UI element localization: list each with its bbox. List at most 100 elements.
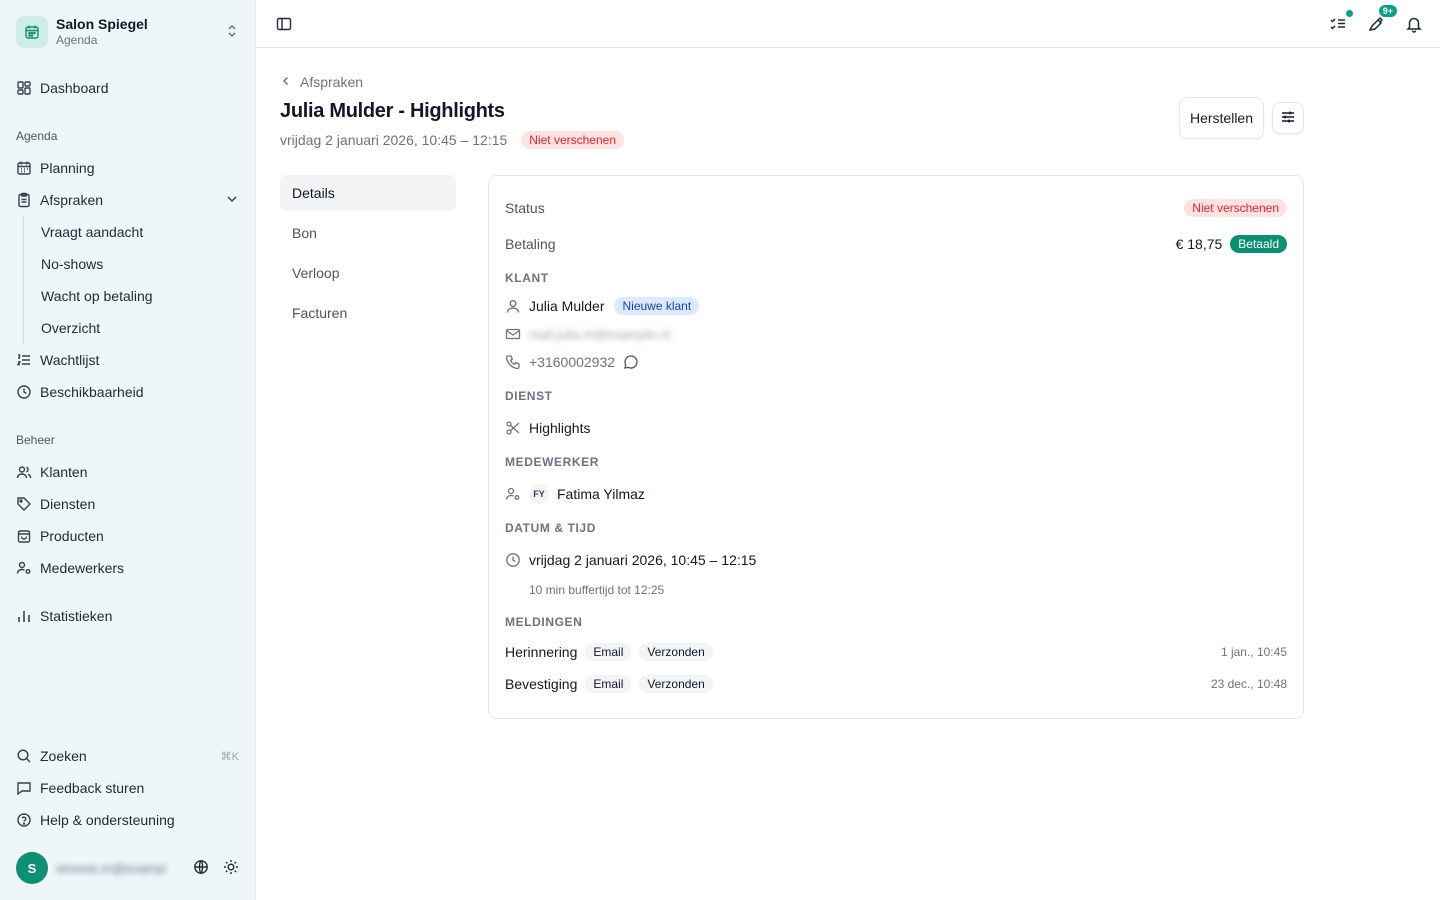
- sidebar-item-medewerkers[interactable]: Medewerkers: [0, 552, 255, 584]
- tasks-icon[interactable]: [1328, 8, 1354, 34]
- appointment-datetime: vrijdag 2 januari 2026, 10:45 – 12:15: [529, 552, 757, 568]
- service-line: Highlights: [505, 410, 1287, 446]
- sidebar-toggle-icon[interactable]: [274, 14, 294, 34]
- bell-icon[interactable]: [1404, 14, 1424, 34]
- tab-facturen[interactable]: Facturen: [280, 295, 456, 331]
- sidebar-item-zoeken[interactable]: Zoeken ⌘K: [0, 740, 255, 772]
- user-menu[interactable]: S simone.m@example.nl: [0, 836, 255, 900]
- sidebar-item-label: Vraagt aandacht: [41, 224, 144, 240]
- client-name-link[interactable]: Julia Mulder: [529, 298, 604, 314]
- sidebar-item-label: Zoeken: [40, 748, 87, 764]
- datetime-line: vrijdag 2 januari 2026, 10:45 – 12:15: [505, 542, 1287, 578]
- breadcrumb-link[interactable]: Afspraken: [300, 74, 363, 90]
- shopping-bag-icon: [16, 528, 32, 544]
- sun-icon[interactable]: [223, 859, 239, 878]
- scissors-icon: [505, 420, 521, 436]
- chevron-down-icon[interactable]: [225, 192, 239, 209]
- phone-icon: [505, 354, 521, 370]
- chevron-left-icon: [280, 74, 292, 90]
- sidebar-item-klanten[interactable]: Klanten: [0, 456, 255, 488]
- tab-bon[interactable]: Bon: [280, 215, 456, 251]
- clock-icon: [505, 552, 521, 568]
- afspraken-subnav: Vraagt aandacht No-shows Wacht op betali…: [23, 216, 255, 344]
- sidebar-item-label: Producten: [40, 528, 104, 544]
- tab-details[interactable]: Details: [280, 175, 456, 211]
- notification-type: Herinnering: [505, 644, 578, 660]
- sidebar-item-label: Dashboard: [40, 80, 109, 96]
- client-phone-line: +3160002932: [505, 348, 1287, 376]
- sidebar-item-statistieken[interactable]: Statistieken: [0, 600, 255, 632]
- workspace-switcher[interactable]: Salon Spiegel Agenda: [0, 0, 255, 64]
- sidebar-item-wachtlijst[interactable]: Wachtlijst: [0, 344, 255, 376]
- sidebar-item-label: Medewerkers: [40, 560, 125, 576]
- notification-timestamp: 1 jan., 10:45: [1220, 645, 1287, 659]
- buffer-note: 10 min buffertijd tot 12:25: [529, 583, 665, 597]
- page-subtitle: vrijdag 2 januari 2026, 10:45 – 12:15 Ni…: [280, 131, 1304, 149]
- notification-status-badge: Verzonden: [639, 643, 713, 661]
- bar-chart-icon: [16, 608, 32, 624]
- help-circle-icon: [16, 812, 32, 828]
- settings-button[interactable]: [1272, 102, 1304, 134]
- service-name: Highlights: [529, 420, 591, 436]
- client-email[interactable]: mail.julia.m@example.nl: [529, 327, 670, 342]
- messages-count-badge: 9+: [1377, 3, 1398, 18]
- page-content: Afspraken Julia Mulder - Highlights vrij…: [256, 48, 1328, 719]
- sidebar-item-afspraken[interactable]: Afspraken: [0, 184, 255, 216]
- users-icon: [16, 464, 32, 480]
- sidebar-item-producten[interactable]: Producten: [0, 520, 255, 552]
- notification-row: Bevestiging Email Verzonden 23 dec., 10:…: [505, 668, 1287, 700]
- tab-verloop[interactable]: Verloop: [280, 255, 456, 291]
- restore-button[interactable]: Herstellen: [1178, 97, 1264, 139]
- messages-icon[interactable]: 9+: [1366, 3, 1398, 34]
- sidebar-item-diensten[interactable]: Diensten: [0, 488, 255, 520]
- status-badge: Niet verschenen: [521, 131, 624, 149]
- sidebar-item-label: Wacht op betaling: [41, 288, 153, 304]
- sidebar-item-label: Feedback sturen: [40, 780, 145, 796]
- section-heading-datum-tijd: DATUM & TIJD: [505, 521, 596, 535]
- sidebar-item-feedback[interactable]: Feedback sturen: [0, 772, 255, 804]
- section-heading-meldingen: MELDINGEN: [505, 615, 583, 629]
- message-square-icon: [16, 780, 32, 796]
- employee-name: Fatima Yilmaz: [557, 486, 645, 502]
- sidebar-subitem-wacht-op-betaling[interactable]: Wacht op betaling: [24, 280, 255, 312]
- notification-row: Herinnering Email Verzonden 1 jan., 10:4…: [505, 636, 1287, 668]
- sidebar-item-help[interactable]: Help & ondersteuning: [0, 804, 255, 836]
- calendar-icon: [16, 16, 48, 48]
- sidebar: Salon Spiegel Agenda Dashboard Agenda Pl…: [0, 0, 256, 900]
- section-label-agenda: Agenda: [16, 129, 58, 143]
- workspace-subtitle: Agenda: [56, 33, 98, 47]
- page-title: Julia Mulder - Highlights: [280, 100, 505, 122]
- client-phone[interactable]: +3160002932: [529, 354, 615, 370]
- sidebar-item-beschikbaarheid[interactable]: Beschikbaarheid: [0, 376, 255, 408]
- chevron-up-down-icon: [225, 24, 239, 41]
- section-heading-klant: KLANT: [505, 271, 549, 285]
- breadcrumb[interactable]: Afspraken: [280, 74, 1304, 90]
- sidebar-subitem-no-shows[interactable]: No-shows: [24, 248, 255, 280]
- sidebar-item-planning[interactable]: Planning: [0, 152, 255, 184]
- globe-icon[interactable]: [193, 859, 209, 878]
- sidebar-item-label: Help & ondersteuning: [40, 812, 175, 828]
- notification-type: Bevestiging: [505, 676, 578, 692]
- detail-tabs: Details Bon Verloop Facturen: [280, 175, 456, 719]
- list-ordered-icon: [16, 352, 32, 368]
- payment-amount: € 18,75: [1175, 236, 1223, 252]
- calendar-icon: [16, 160, 32, 176]
- mail-icon: [505, 326, 521, 342]
- sidebar-item-dashboard[interactable]: Dashboard: [0, 72, 255, 104]
- user-email: simone.m@example.nl: [56, 860, 166, 876]
- chat-bubble-icon[interactable]: [623, 354, 639, 370]
- sidebar-item-label: Wachtlijst: [40, 352, 100, 368]
- avatar[interactable]: S: [16, 852, 48, 884]
- sidebar-subitem-vraagt-aandacht[interactable]: Vraagt aandacht: [24, 216, 255, 248]
- sidebar-subitem-overzicht[interactable]: Overzicht: [24, 312, 255, 344]
- sidebar-item-label: Afspraken: [40, 192, 104, 208]
- sidebar-item-label: Overzicht: [41, 320, 101, 336]
- sidebar-footer: Zoeken ⌘K Feedback sturen Help & onderst…: [0, 740, 255, 900]
- sidebar-item-label: Statistieken: [40, 608, 113, 624]
- clock-icon: [16, 384, 32, 400]
- section-heading-medewerker: MEDEWERKER: [505, 455, 600, 469]
- appointment-datetime: vrijdag 2 januari 2026, 10:45 – 12:15: [280, 132, 508, 148]
- employee-line: FY Fatima Yilmaz: [505, 476, 1287, 512]
- search-icon: [16, 748, 32, 764]
- sliders-icon: [1280, 109, 1296, 128]
